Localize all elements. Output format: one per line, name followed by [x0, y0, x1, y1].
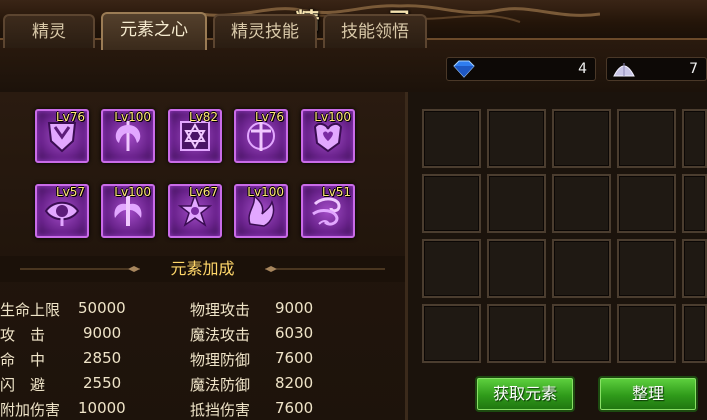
stat-value: 6030: [275, 324, 314, 342]
element-slot[interactable]: Lv100: [101, 184, 155, 238]
inventory-cell[interactable]: [422, 304, 481, 363]
stat-value: 50000: [78, 299, 126, 317]
stat-row: 魔法攻击 6030: [190, 324, 313, 345]
inventory-cell[interactable]: [617, 109, 676, 168]
stat-label: 魔法攻击: [190, 326, 251, 344]
blue-diamond-icon: [453, 60, 475, 78]
stat-row: 物理防御 7600: [190, 349, 313, 370]
crystal-value: 7: [689, 61, 698, 77]
inventory-cell[interactable]: [487, 239, 546, 298]
inventory-cell[interactable]: [422, 174, 481, 233]
tab-skill-comprehend[interactable]: 技能领悟: [323, 14, 427, 48]
sort-button[interactable]: 整理: [598, 376, 698, 412]
stat-value: 2850: [83, 349, 122, 367]
stat-row: 生命上限 50000: [0, 299, 126, 320]
element-slot[interactable]: Lv100: [101, 109, 155, 163]
stat-label: 闪 避: [0, 376, 46, 394]
element-slot[interactable]: Lv51: [301, 184, 355, 238]
stat-label: 附加伤害: [0, 401, 61, 419]
inventory-cell[interactable]: [682, 174, 707, 233]
stat-row: 攻 击 9000: [0, 324, 121, 345]
inventory-cell[interactable]: [422, 109, 481, 168]
inventory-cell[interactable]: [552, 304, 611, 363]
element-slot[interactable]: Lv57: [35, 184, 89, 238]
stat-value: 7600: [275, 349, 314, 367]
element-panel: Lv76 Lv100 Lv82 Lv76 Lv100 Lv57 Lv100 Lv…: [0, 92, 408, 420]
acquire-element-button[interactable]: 获取元素: [475, 376, 575, 412]
stat-value: 9000: [83, 324, 122, 342]
element-slot[interactable]: Lv67: [168, 184, 222, 238]
element-slot[interactable]: Lv100: [301, 109, 355, 163]
element-level: Lv100: [114, 110, 151, 124]
diamond-value: 4: [578, 61, 587, 77]
inventory-cell[interactable]: [552, 239, 611, 298]
inventory-cell[interactable]: [617, 304, 676, 363]
inventory-cell[interactable]: [487, 304, 546, 363]
inventory-cell[interactable]: [552, 174, 611, 233]
stat-row: 抵挡伤害 7600: [190, 399, 313, 420]
stat-label: 物理防御: [190, 351, 251, 369]
element-slot[interactable]: Lv76: [35, 109, 89, 163]
stat-value: 2550: [83, 374, 122, 392]
element-slot[interactable]: Lv76: [234, 109, 288, 163]
stat-value: 7600: [275, 399, 314, 417]
stat-label: 物理攻击: [190, 301, 251, 319]
tab-spirit-skills[interactable]: 精灵技能: [213, 14, 317, 48]
element-slot[interactable]: Lv82: [168, 109, 222, 163]
element-level: Lv100: [314, 110, 351, 124]
element-level: Lv100: [114, 185, 151, 199]
stat-label: 抵挡伤害: [190, 401, 251, 419]
stat-row: 物理攻击 9000: [190, 299, 313, 320]
element-level: Lv67: [188, 185, 218, 199]
inventory-cell[interactable]: [682, 109, 707, 168]
stat-row: 闪 避 2550: [0, 374, 121, 395]
inventory-cell[interactable]: [422, 239, 481, 298]
stat-label: 攻 击: [0, 326, 46, 344]
inventory-cell[interactable]: [617, 174, 676, 233]
element-level: Lv76: [55, 110, 85, 124]
silver-crystal-icon: [613, 63, 635, 77]
bonus-title: 元素加成: [170, 259, 235, 278]
element-level: Lv82: [188, 110, 218, 124]
stat-label: 魔法防御: [190, 376, 251, 394]
stat-row: 附加伤害 10000: [0, 399, 126, 420]
element-inventory: 获取元素 整理: [408, 92, 707, 420]
inventory-cell[interactable]: [487, 109, 546, 168]
inventory-cell[interactable]: [552, 109, 611, 168]
inventory-cell[interactable]: [682, 239, 707, 298]
tab-spirit[interactable]: 精灵: [3, 14, 95, 48]
diamond-counter: 4: [446, 57, 596, 81]
stat-label: 命 中: [0, 351, 46, 369]
element-level: Lv51: [321, 185, 351, 199]
stat-value: 9000: [275, 299, 314, 317]
inventory-cell[interactable]: [487, 174, 546, 233]
stat-label: 生命上限: [0, 301, 61, 319]
stat-row: 命 中 2850: [0, 349, 121, 370]
crystal-counter: 7: [606, 57, 707, 81]
element-level: Lv76: [254, 110, 284, 124]
element-level: Lv57: [55, 185, 85, 199]
tab-element-heart[interactable]: 元素之心: [101, 12, 207, 50]
stat-value: 8200: [275, 374, 314, 392]
stat-value: 10000: [78, 399, 126, 417]
inventory-cell[interactable]: [682, 304, 707, 363]
inventory-cell[interactable]: [617, 239, 676, 298]
element-level: Lv100: [247, 185, 284, 199]
element-slot[interactable]: Lv100: [234, 184, 288, 238]
stat-row: 魔法防御 8200: [190, 374, 313, 395]
